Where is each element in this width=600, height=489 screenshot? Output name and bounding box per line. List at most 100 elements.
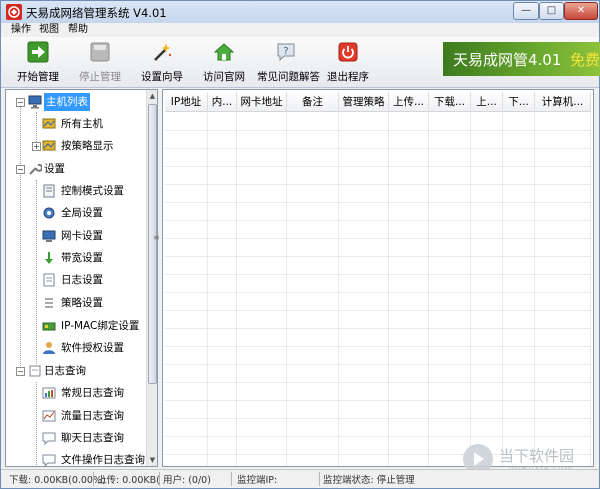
grid-column — [389, 113, 429, 466]
question-bubble-icon: ? — [277, 43, 295, 62]
tree-label: 带宽设置 — [61, 252, 103, 264]
gear-icon — [43, 207, 55, 219]
tree-label: 文件操作日志查询 — [61, 454, 145, 466]
scroll-down-icon[interactable]: ▼ — [147, 454, 157, 466]
tree-item-normal-log[interactable]: 常规日志查询 — [6, 384, 144, 402]
policy-list-icon — [45, 298, 53, 308]
visit-website-button[interactable]: 访问官网 — [201, 40, 247, 86]
tree-item-control-mode[interactable]: 控制模式设置 — [6, 182, 144, 200]
column-header-mac[interactable]: 网卡地址 — [237, 92, 287, 112]
column-header-remark[interactable]: 备注 — [287, 92, 339, 112]
tree-label: 聊天日志查询 — [61, 432, 124, 444]
control-panel-icon — [43, 184, 55, 198]
tree-item-by-policy[interactable]: + 按策略显示 — [6, 137, 144, 155]
column-header-upload[interactable]: 上传... — [389, 92, 429, 112]
collapse-toggle-icon[interactable]: − — [16, 165, 25, 174]
status-download: 下载: 0.00KB(0.00%) — [9, 475, 106, 486]
banner-free: 免费 — [570, 51, 600, 69]
svg-text:?: ? — [283, 46, 288, 57]
column-header-policy[interactable]: 管理策略 — [339, 92, 389, 112]
tree-item-ip-mac[interactable]: IP-MAC绑定设置 — [6, 317, 144, 335]
status-divider — [231, 472, 232, 486]
log-document-icon — [43, 273, 55, 287]
traffic-graph-icon — [42, 410, 56, 422]
tree-item-license[interactable]: 软件授权设置 — [6, 339, 144, 357]
grid-column — [208, 113, 237, 466]
tree-label: 所有主机 — [61, 118, 103, 130]
tree-scrollbar[interactable]: ▲ ▼ — [146, 90, 157, 466]
tree-label: IP-MAC绑定设置 — [61, 320, 140, 332]
tree-item-host-list[interactable]: − 主机列表 — [6, 93, 144, 111]
menu-bar: 操作 视图 帮助 — [1, 23, 599, 37]
computer-icon — [28, 95, 42, 109]
chart-icon — [42, 387, 56, 399]
tree-label: 网卡设置 — [61, 230, 103, 242]
product-banner: 天易成网管4.01 免费 — [443, 42, 600, 76]
table-header: IP地址 内... 网卡地址 备注 管理策略 上传... 下载... 上... … — [165, 92, 591, 112]
watermark-text: 当下软件园 — [499, 447, 575, 465]
start-management-label: 开始管理 — [17, 71, 59, 83]
download-arrow-icon — [45, 252, 53, 264]
tree-label: 常规日志查询 — [61, 387, 124, 399]
stop-management-button[interactable]: 停止管理 — [77, 40, 123, 86]
tree-item-settings[interactable]: − 设置 — [6, 160, 144, 178]
start-management-button[interactable]: 开始管理 — [15, 40, 61, 86]
status-divider — [93, 472, 94, 486]
tree-item-bandwidth[interactable]: 带宽设置 — [6, 249, 144, 267]
wrench-icon — [29, 163, 42, 175]
column-header-down-speed[interactable]: 下... — [503, 92, 535, 112]
menu-view[interactable]: 视图 — [39, 23, 59, 37]
status-divider — [319, 472, 320, 486]
exit-program-button[interactable]: 退出程序 — [325, 40, 371, 86]
column-header-computer[interactable]: 计算机... — [535, 92, 591, 112]
splitter-grip-icon[interactable]: ≡ — [153, 233, 160, 242]
collapse-toggle-icon[interactable]: − — [16, 367, 25, 376]
tree-label: 主机列表 — [44, 93, 90, 111]
grid-column — [165, 113, 208, 466]
power-icon — [338, 42, 358, 62]
grid-column — [339, 113, 389, 466]
menu-operate[interactable]: 操作 — [11, 23, 31, 37]
faq-button[interactable]: ? 常见问题解答 — [257, 40, 320, 86]
column-header-ip[interactable]: IP地址 — [165, 92, 208, 112]
title-bar: 天易成网络管理系统 V4.01 — □ ✕ — [1, 1, 599, 23]
magic-wand-icon — [154, 43, 172, 61]
tree-item-file-log[interactable]: 文件操作日志查询 — [6, 451, 145, 466]
tree-item-chat-log[interactable]: 聊天日志查询 — [6, 429, 144, 447]
tree-item-traffic-log[interactable]: 流量日志查询 — [6, 407, 144, 425]
tree-item-log[interactable]: 日志设置 — [6, 271, 144, 289]
tree-item-policy[interactable]: 策略设置 — [6, 294, 144, 312]
tree-label: 软件授权设置 — [61, 342, 124, 354]
tree-item-global[interactable]: 全局设置 — [6, 204, 144, 222]
scroll-thumb[interactable] — [148, 104, 157, 384]
grid-column — [535, 113, 591, 466]
binding-card-icon — [42, 322, 56, 331]
minimize-button[interactable]: — — [513, 2, 539, 20]
tree-label: 全局设置 — [61, 207, 103, 219]
status-divider — [159, 472, 160, 486]
column-header-up-speed[interactable]: 上... — [471, 92, 503, 112]
tree-item-nic[interactable]: 网卡设置 — [6, 227, 144, 245]
tree-item-log-query[interactable]: − 日志查询 — [6, 362, 144, 380]
tree-item-all-hosts[interactable]: 所有主机 — [6, 115, 144, 133]
close-button[interactable]: ✕ — [564, 2, 598, 20]
maximize-button[interactable]: □ — [539, 2, 564, 20]
app-logo-icon — [6, 4, 22, 20]
tree-label: 策略设置 — [61, 297, 103, 309]
tree-label: 日志设置 — [61, 274, 103, 286]
file-icon — [42, 454, 56, 466]
column-header-internal[interactable]: 内... — [208, 92, 237, 112]
column-header-download[interactable]: 下载... — [429, 92, 471, 112]
setup-wizard-button[interactable]: 设置向导 — [139, 40, 185, 86]
status-monitor-state: 监控端状态: 停止管理 — [323, 475, 415, 486]
status-monitor-ip: 监控端IP: — [237, 475, 278, 486]
grid-column — [471, 113, 503, 466]
status-upload: 上传: 0.00KB(0.00 — [97, 475, 159, 486]
menu-help[interactable]: 帮助 — [68, 23, 88, 37]
tree-label: 日志查询 — [44, 365, 86, 377]
tree-label: 设置 — [44, 163, 65, 175]
expand-toggle-icon[interactable]: + — [32, 142, 41, 151]
grid-column — [503, 113, 535, 466]
collapse-toggle-icon[interactable]: − — [16, 98, 25, 107]
scroll-up-icon[interactable]: ▲ — [147, 90, 157, 102]
